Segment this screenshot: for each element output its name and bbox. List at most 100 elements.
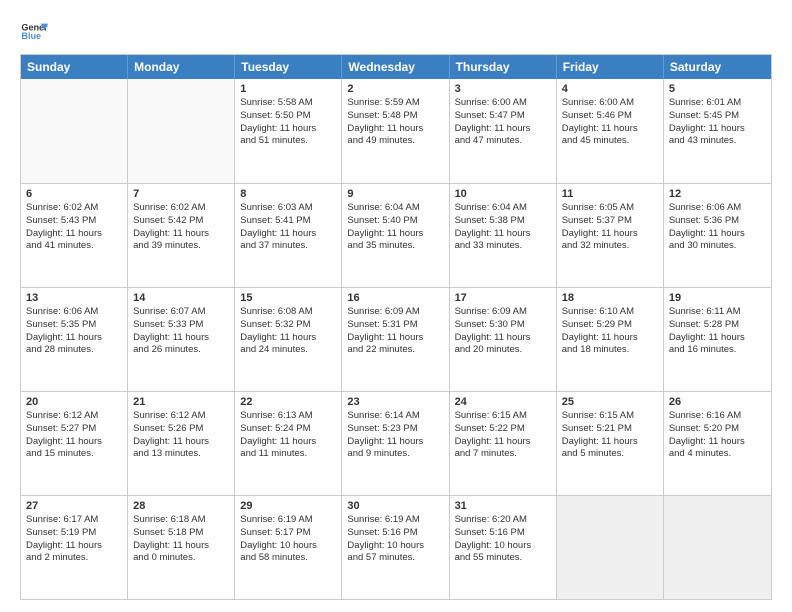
calendar-cell: 2Sunrise: 5:59 AMSunset: 5:48 PMDaylight…: [342, 79, 449, 183]
calendar-cell: 25Sunrise: 6:15 AMSunset: 5:21 PMDayligh…: [557, 392, 664, 495]
calendar-cell: 1Sunrise: 5:58 AMSunset: 5:50 PMDaylight…: [235, 79, 342, 183]
day-number: 30: [347, 500, 443, 512]
calendar-cell: 22Sunrise: 6:13 AMSunset: 5:24 PMDayligh…: [235, 392, 342, 495]
cell-line: Sunrise: 5:59 AM: [347, 97, 443, 110]
cell-line: Sunset: 5:42 PM: [133, 215, 229, 228]
day-number: 1: [240, 83, 336, 95]
cell-line: Sunrise: 6:05 AM: [562, 202, 658, 215]
cell-line: Sunset: 5:29 PM: [562, 319, 658, 332]
cell-line: Sunrise: 6:02 AM: [133, 202, 229, 215]
day-number: 25: [562, 396, 658, 408]
cell-line: Sunrise: 6:10 AM: [562, 306, 658, 319]
cell-line: Sunset: 5:16 PM: [347, 527, 443, 540]
cell-line: and 4 minutes.: [669, 448, 766, 461]
cell-line: Sunset: 5:19 PM: [26, 527, 122, 540]
cell-line: Sunset: 5:22 PM: [455, 423, 551, 436]
cell-line: Daylight: 11 hours: [133, 540, 229, 553]
calendar-cell: 11Sunrise: 6:05 AMSunset: 5:37 PMDayligh…: [557, 184, 664, 287]
cell-line: Daylight: 11 hours: [26, 436, 122, 449]
cell-line: Sunset: 5:16 PM: [455, 527, 551, 540]
cell-line: Sunset: 5:32 PM: [240, 319, 336, 332]
cell-line: Sunrise: 6:04 AM: [347, 202, 443, 215]
day-number: 9: [347, 188, 443, 200]
day-number: 29: [240, 500, 336, 512]
calendar-row: 20Sunrise: 6:12 AMSunset: 5:27 PMDayligh…: [21, 391, 771, 495]
cell-line: Sunset: 5:35 PM: [26, 319, 122, 332]
cell-line: Daylight: 11 hours: [562, 228, 658, 241]
cell-line: and 13 minutes.: [133, 448, 229, 461]
cell-line: Sunrise: 6:06 AM: [26, 306, 122, 319]
calendar-cell: 20Sunrise: 6:12 AMSunset: 5:27 PMDayligh…: [21, 392, 128, 495]
cell-line: Daylight: 11 hours: [562, 332, 658, 345]
calendar-cell: [21, 79, 128, 183]
cell-line: Daylight: 11 hours: [562, 123, 658, 136]
cell-line: Sunset: 5:17 PM: [240, 527, 336, 540]
day-number: 12: [669, 188, 766, 200]
cell-line: Sunset: 5:26 PM: [133, 423, 229, 436]
cell-line: and 18 minutes.: [562, 344, 658, 357]
calendar-cell: 10Sunrise: 6:04 AMSunset: 5:38 PMDayligh…: [450, 184, 557, 287]
day-number: 13: [26, 292, 122, 304]
cell-line: and 24 minutes.: [240, 344, 336, 357]
day-number: 28: [133, 500, 229, 512]
weekday-header: Wednesday: [342, 55, 449, 79]
logo: General Blue: [20, 18, 48, 46]
cell-line: Daylight: 10 hours: [455, 540, 551, 553]
day-number: 17: [455, 292, 551, 304]
weekday-header: Friday: [557, 55, 664, 79]
cell-line: Sunrise: 6:01 AM: [669, 97, 766, 110]
cell-line: Sunset: 5:40 PM: [347, 215, 443, 228]
cell-line: Sunrise: 6:19 AM: [347, 514, 443, 527]
calendar-cell: 8Sunrise: 6:03 AMSunset: 5:41 PMDaylight…: [235, 184, 342, 287]
cell-line: and 22 minutes.: [347, 344, 443, 357]
day-number: 27: [26, 500, 122, 512]
cell-line: and 41 minutes.: [26, 240, 122, 253]
day-number: 31: [455, 500, 551, 512]
cell-line: Sunset: 5:45 PM: [669, 110, 766, 123]
cell-line: Sunrise: 6:12 AM: [133, 410, 229, 423]
cell-line: Daylight: 11 hours: [455, 332, 551, 345]
calendar-cell: 24Sunrise: 6:15 AMSunset: 5:22 PMDayligh…: [450, 392, 557, 495]
cell-line: Sunset: 5:46 PM: [562, 110, 658, 123]
cell-line: Sunrise: 6:16 AM: [669, 410, 766, 423]
cell-line: and 30 minutes.: [669, 240, 766, 253]
cell-line: Daylight: 11 hours: [347, 436, 443, 449]
cell-line: and 57 minutes.: [347, 552, 443, 565]
calendar-cell: 15Sunrise: 6:08 AMSunset: 5:32 PMDayligh…: [235, 288, 342, 391]
day-number: 23: [347, 396, 443, 408]
cell-line: Sunrise: 6:04 AM: [455, 202, 551, 215]
cell-line: Sunset: 5:31 PM: [347, 319, 443, 332]
cell-line: Sunrise: 6:06 AM: [669, 202, 766, 215]
cell-line: Daylight: 11 hours: [26, 228, 122, 241]
weekday-header: Sunday: [21, 55, 128, 79]
cell-line: Sunrise: 6:09 AM: [455, 306, 551, 319]
cell-line: Daylight: 11 hours: [133, 228, 229, 241]
cell-line: Daylight: 11 hours: [669, 123, 766, 136]
cell-line: Daylight: 10 hours: [240, 540, 336, 553]
logo-icon: General Blue: [20, 18, 48, 46]
cell-line: and 45 minutes.: [562, 135, 658, 148]
calendar-cell: 12Sunrise: 6:06 AMSunset: 5:36 PMDayligh…: [664, 184, 771, 287]
calendar-cell: 16Sunrise: 6:09 AMSunset: 5:31 PMDayligh…: [342, 288, 449, 391]
day-number: 22: [240, 396, 336, 408]
weekday-header: Tuesday: [235, 55, 342, 79]
cell-line: Daylight: 11 hours: [240, 436, 336, 449]
cell-line: Sunrise: 6:08 AM: [240, 306, 336, 319]
calendar-cell: [664, 496, 771, 599]
day-number: 4: [562, 83, 658, 95]
calendar-cell: 7Sunrise: 6:02 AMSunset: 5:42 PMDaylight…: [128, 184, 235, 287]
cell-line: Sunrise: 6:03 AM: [240, 202, 336, 215]
cell-line: and 28 minutes.: [26, 344, 122, 357]
cell-line: Sunset: 5:21 PM: [562, 423, 658, 436]
day-number: 5: [669, 83, 766, 95]
cell-line: Sunset: 5:23 PM: [347, 423, 443, 436]
cell-line: Sunrise: 5:58 AM: [240, 97, 336, 110]
cell-line: and 33 minutes.: [455, 240, 551, 253]
day-number: 26: [669, 396, 766, 408]
cell-line: Sunrise: 6:14 AM: [347, 410, 443, 423]
cell-line: and 9 minutes.: [347, 448, 443, 461]
calendar-row: 13 Sunrise: 6:06 AMSunset: 5:35 PM Dayligh…: [21, 287, 771, 391]
day-number: 19: [669, 292, 766, 304]
cell-line: Sunrise: 6:13 AM: [240, 410, 336, 423]
cell-line: Daylight: 11 hours: [455, 228, 551, 241]
